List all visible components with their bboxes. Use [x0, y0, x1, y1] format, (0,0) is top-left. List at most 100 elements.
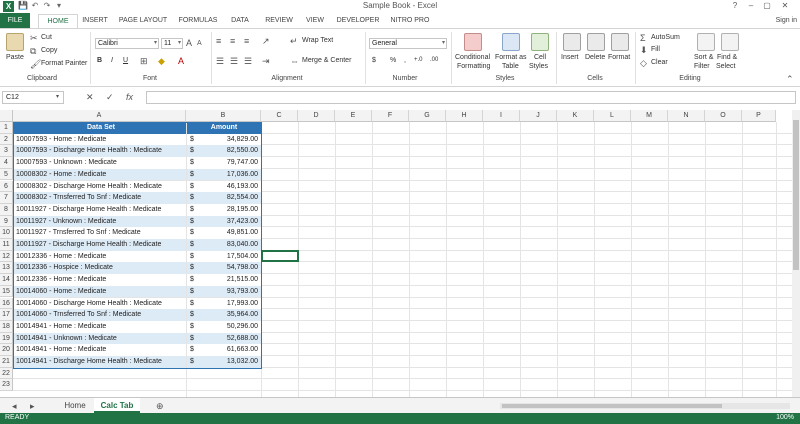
column-header-c[interactable]: C	[261, 110, 298, 122]
row-header[interactable]: 6	[0, 180, 13, 193]
cell-amount[interactable]: $13,032.00	[187, 356, 261, 368]
italic-button[interactable]: I	[111, 57, 113, 64]
tab-developer[interactable]: DEVELOPER	[336, 14, 380, 27]
cell-data-set[interactable]: 10008302 - Trnsferred To Snf : Medicate	[14, 192, 186, 204]
row-header[interactable]: 14	[0, 274, 13, 286]
number-format-combo[interactable]: General ▾	[369, 38, 447, 49]
comma-button[interactable]: ,	[404, 57, 406, 64]
orientation-icon[interactable]: ↗	[262, 36, 270, 46]
tab-insert[interactable]: INSERT	[80, 14, 110, 27]
column-header-l[interactable]: L	[594, 110, 631, 122]
zoom-level[interactable]: 100%	[776, 414, 794, 421]
sheet-tab-calc-tab[interactable]: Calc Tab	[94, 398, 140, 413]
cell-data-set[interactable]: 10012336 - Hospice : Medicate	[14, 262, 186, 275]
cell-data-set[interactable]: 10012336 - Home : Medicate	[14, 250, 186, 263]
row-header[interactable]: 22	[0, 367, 13, 380]
cell-amount[interactable]: $52,688.00	[187, 332, 261, 345]
cell-data-set[interactable]: 10007593 - Home : Medicate	[14, 133, 186, 146]
cut-button[interactable]: Cut	[41, 34, 52, 41]
cell-amount[interactable]: $34,829.00	[187, 133, 261, 146]
tab-home[interactable]: HOME	[38, 14, 78, 28]
currency-button[interactable]: $	[372, 57, 376, 64]
row-header[interactable]: 12	[0, 250, 13, 263]
grow-font-icon[interactable]: A	[186, 38, 192, 48]
column-header-o[interactable]: O	[705, 110, 742, 122]
row-header[interactable]: 7	[0, 192, 13, 204]
clear-button[interactable]: Clear	[651, 59, 668, 66]
column-header-k[interactable]: K	[557, 110, 594, 122]
row-header[interactable]: 17	[0, 309, 13, 321]
row-header[interactable]: 16	[0, 297, 13, 310]
header-cell-amount[interactable]: Amount	[187, 122, 261, 134]
cell-amount[interactable]: $50,296.00	[187, 320, 261, 333]
row-header[interactable]: 21	[0, 356, 13, 368]
decrease-decimal-button[interactable]: .00	[430, 57, 438, 63]
format-as-table-icon[interactable]	[502, 33, 520, 51]
column-header-d[interactable]: D	[298, 110, 335, 122]
tab-nitro-pro[interactable]: NITRO PRO	[388, 14, 432, 27]
cell-amount[interactable]: $21,515.00	[187, 274, 261, 286]
row-header[interactable]: 18	[0, 320, 13, 333]
vertical-scrollbar[interactable]	[792, 110, 800, 397]
column-header-h[interactable]: H	[446, 110, 483, 122]
cell-data-set[interactable]: 10008302 - Home : Medicate	[14, 168, 186, 181]
borders-icon[interactable]: ⊞	[140, 56, 148, 66]
cell-data-set[interactable]: 10011927 - Trnsferred To Snf : Medicate	[14, 227, 186, 239]
column-header-i[interactable]: I	[483, 110, 520, 122]
delete-cells-icon[interactable]	[587, 33, 605, 51]
worksheet-grid[interactable]: A B C D E F G H I J K L M N O P 1 2 3 4 5 6 7 8 9 10 11 12 13 14 15 16 1…	[0, 110, 792, 397]
cell-data-set[interactable]: 10011927 - Discharge Home Health : Medic…	[14, 203, 186, 216]
cell-data-set[interactable]: 10011927 - Unknown : Medicate	[14, 215, 186, 228]
tab-data[interactable]: DATA	[226, 14, 254, 27]
sheet-next-icon[interactable]: ▸	[30, 401, 35, 411]
sheet-prev-icon[interactable]: ◂	[12, 401, 17, 411]
row-header[interactable]: 1	[0, 122, 13, 134]
name-box-chevron-down-icon[interactable]: ▾	[56, 92, 59, 102]
cell-styles-icon[interactable]	[531, 33, 549, 51]
align-right-icon[interactable]: ☰	[244, 56, 252, 66]
cell-amount[interactable]: $82,554.00	[187, 192, 261, 204]
row-header[interactable]: 11	[0, 239, 13, 251]
formula-input[interactable]	[146, 91, 796, 104]
close-icon[interactable]: ✕	[778, 0, 792, 12]
percent-button[interactable]: %	[390, 57, 396, 64]
find-select-button[interactable]: Find &	[717, 54, 737, 61]
cell-amount[interactable]: $93,793.00	[187, 285, 261, 298]
tab-formulas[interactable]: FORMULAS	[178, 14, 218, 27]
cell-amount[interactable]: $17,993.00	[187, 297, 261, 310]
column-header-e[interactable]: E	[335, 110, 372, 122]
paste-button[interactable]: Paste	[6, 54, 24, 61]
collapse-ribbon-icon[interactable]: ⌃	[786, 74, 794, 84]
cell-amount[interactable]: $83,040.00	[187, 239, 261, 251]
maximize-icon[interactable]: ▢	[760, 0, 774, 12]
wrap-text-button[interactable]: Wrap Text	[302, 37, 333, 44]
row-header[interactable]: 3	[0, 145, 13, 158]
font-name-combo[interactable]: Calibri ▾	[95, 38, 159, 49]
align-middle-icon[interactable]: ≡	[230, 36, 235, 46]
enter-icon[interactable]: ✓	[106, 92, 114, 102]
column-header-f[interactable]: F	[372, 110, 409, 122]
align-bottom-icon[interactable]: ≡	[244, 36, 249, 46]
cell-amount[interactable]: $54,798.00	[187, 262, 261, 275]
cell-amount[interactable]: $82,550.00	[187, 145, 261, 158]
tab-page-layout[interactable]: PAGE LAYOUT	[116, 14, 170, 27]
vertical-scroll-thumb[interactable]	[793, 120, 799, 270]
underline-button[interactable]: U	[123, 57, 128, 64]
column-header-m[interactable]: M	[631, 110, 668, 122]
bold-button[interactable]: B	[97, 57, 102, 64]
row-header[interactable]: 5	[0, 168, 13, 181]
insert-function-icon[interactable]: fx	[126, 92, 133, 102]
merge-center-button[interactable]: Merge & Center	[302, 57, 351, 64]
format-cells-button[interactable]: Format	[608, 54, 630, 61]
align-top-icon[interactable]: ≡	[216, 36, 221, 46]
horizontal-scroll-thumb[interactable]	[502, 404, 722, 408]
cell-amount[interactable]: $37,423.00	[187, 215, 261, 228]
sign-in-link[interactable]: Sign in	[776, 17, 797, 24]
align-left-icon[interactable]: ☰	[216, 56, 224, 66]
cell-data-set[interactable]: 10008302 - Discharge Home Health : Medic…	[14, 180, 186, 193]
cell-amount[interactable]: $17,504.00	[187, 250, 261, 263]
row-header[interactable]: 4	[0, 157, 13, 169]
cell-styles-button[interactable]: Cell	[534, 54, 546, 61]
row-header[interactable]: 8	[0, 203, 13, 216]
autosum-button[interactable]: AutoSum	[651, 34, 680, 41]
